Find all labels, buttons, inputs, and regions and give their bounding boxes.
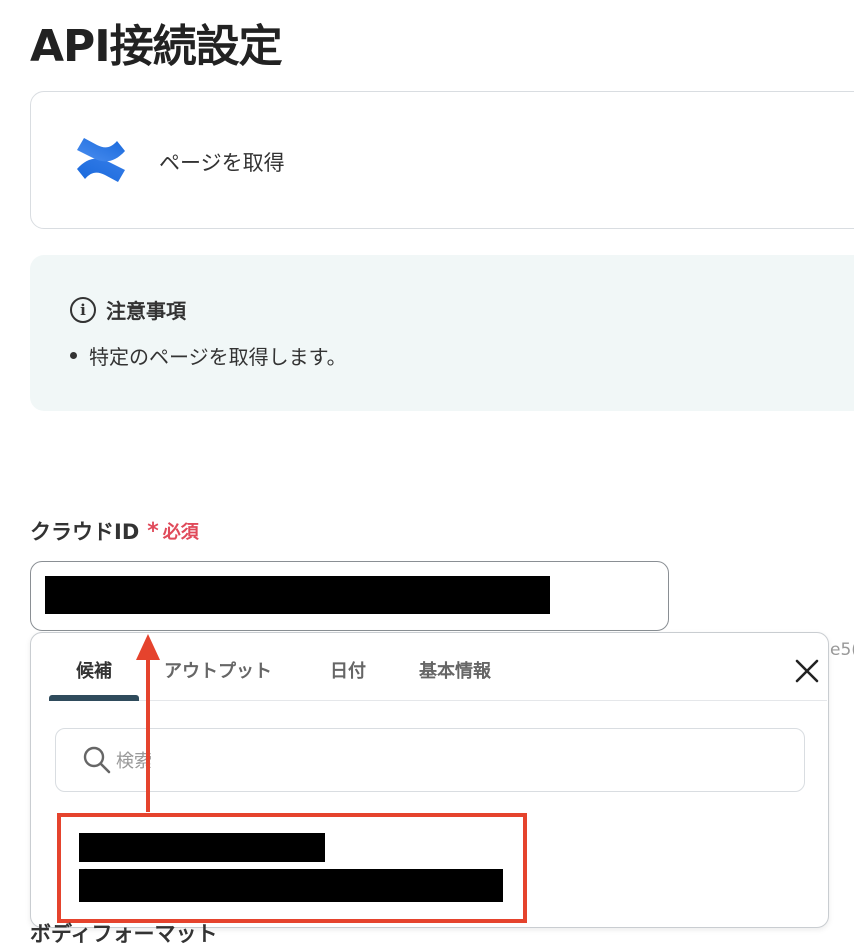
- required-badge: 必須: [162, 522, 199, 543]
- confluence-logo-icon: [77, 138, 125, 182]
- field-hint-text: e5(: [830, 640, 854, 660]
- notice-item-text: 特定のページを取得します。: [89, 345, 347, 369]
- app-action-label: ページを取得: [159, 151, 285, 175]
- app-action-card: ページを取得: [30, 91, 854, 229]
- notice-box: i 注意事項 特定のページを取得します。: [30, 255, 854, 411]
- tab-basic-info[interactable]: 基本情報: [419, 657, 491, 683]
- notice-title: 注意事項: [106, 299, 186, 323]
- notice-item: 特定のページを取得します。: [70, 341, 347, 370]
- picker-tabs: 候補 アウトプット 日付 基本情報: [49, 633, 827, 701]
- tab-output[interactable]: アウトプット: [164, 657, 272, 683]
- redacted-value: [45, 576, 550, 614]
- bullet-dot-icon: [70, 352, 77, 359]
- next-field-label: ボディフォーマット: [30, 922, 218, 946]
- notice-header: i 注意事項: [70, 295, 186, 324]
- required-asterisk: *: [147, 518, 159, 544]
- page-title: API接続設定: [30, 21, 283, 72]
- info-icon: i: [70, 296, 96, 323]
- redacted-candidate-value: [79, 869, 503, 902]
- value-picker-dropdown: 候補 アウトプット 日付 基本情報: [30, 632, 829, 928]
- cloud-id-input[interactable]: [30, 561, 669, 631]
- cloud-id-label: クラウドID * 必須: [30, 516, 199, 546]
- redacted-candidate-name: [79, 833, 325, 862]
- active-tab-indicator: [49, 695, 139, 701]
- tab-candidates[interactable]: 候補: [76, 657, 112, 683]
- candidate-item-selected[interactable]: [57, 813, 527, 923]
- close-icon[interactable]: [791, 655, 823, 687]
- field-label-text: クラウドID: [30, 520, 140, 544]
- search-icon: [83, 746, 111, 774]
- search-box: [55, 728, 805, 792]
- search-input[interactable]: [116, 741, 786, 781]
- tab-date[interactable]: 日付: [330, 657, 366, 683]
